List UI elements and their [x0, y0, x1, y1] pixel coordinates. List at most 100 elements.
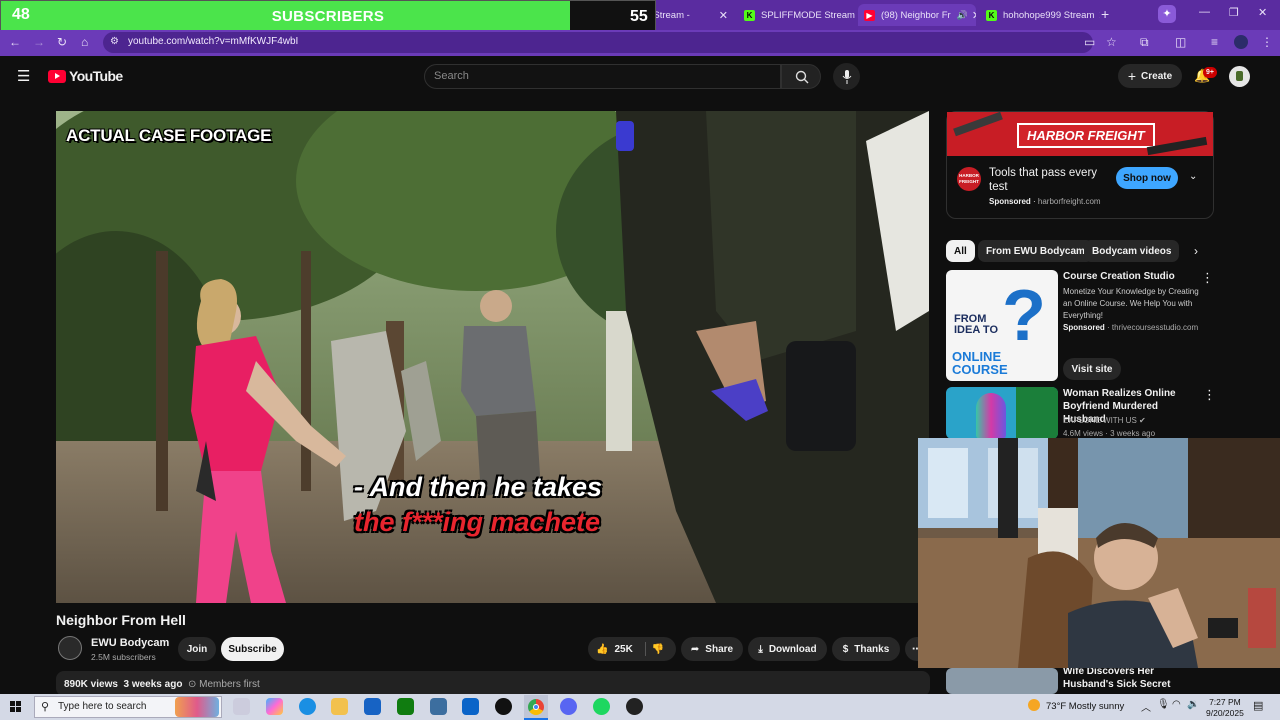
voice-search-button[interactable]: [833, 63, 860, 90]
thanks-button[interactable]: $ Thanks: [832, 637, 900, 661]
related-thumbnail[interactable]: FROM IDEA TO ONLINE COURSE ?: [946, 270, 1058, 381]
close-icon[interactable]: ✕: [1094, 9, 1100, 22]
store-icon[interactable]: [364, 698, 381, 715]
task-view-icon[interactable]: [233, 698, 250, 715]
visit-site-button[interactable]: Visit site: [1063, 358, 1121, 380]
ad-brand-logo[interactable]: HARBOR FREIGHT: [957, 167, 981, 191]
windows-start-icon[interactable]: [10, 701, 22, 713]
volume-icon[interactable]: 🔉: [1187, 699, 1199, 710]
sun-weather-icon[interactable]: [1028, 699, 1040, 711]
more-options-icon[interactable]: ⋮: [1201, 270, 1214, 286]
extensions-icon[interactable]: ⧉: [1140, 35, 1149, 50]
channel-avatar[interactable]: [58, 636, 82, 660]
file-explorer-icon[interactable]: [331, 698, 348, 715]
video-subtitle-line-1: - And then he takes: [354, 472, 603, 502]
share-button[interactable]: ➦ Share: [681, 637, 743, 661]
thumbs-down-icon[interactable]: 👎: [652, 644, 664, 655]
ad-headline[interactable]: Tools that pass every test: [989, 166, 1099, 194]
restore-button[interactable]: ❐: [1229, 6, 1239, 19]
copilot-icon[interactable]: [266, 698, 283, 715]
search-highlight-icon[interactable]: [175, 697, 219, 717]
close-icon[interactable]: ✕: [855, 9, 856, 22]
media-icon[interactable]: ≡: [1211, 35, 1218, 49]
account-avatar[interactable]: [1229, 66, 1250, 87]
hamburger-menu-icon[interactable]: ☰: [17, 67, 30, 85]
plus-icon: +: [1127, 68, 1137, 84]
related-title[interactable]: Course Creation Studio: [1063, 270, 1203, 283]
join-button[interactable]: Join: [178, 637, 216, 661]
chrome-taskbar-active[interactable]: [524, 695, 548, 720]
discord-icon[interactable]: [560, 698, 577, 715]
channel-name[interactable]: EWU Bodycam: [91, 637, 169, 649]
ad-sponsor-line: Sponsored · harborfreight.com: [989, 197, 1101, 206]
chip-bodycam-videos[interactable]: Bodycam videos: [1084, 240, 1180, 262]
youtube-logo-text[interactable]: YouTube: [69, 68, 123, 84]
cast-icon[interactable]: ▭: [1084, 35, 1095, 49]
create-button[interactable]: + Create: [1118, 64, 1182, 88]
chip-from-channel[interactable]: From EWU Bodycam: [978, 240, 1093, 262]
shop-now-button[interactable]: Shop now: [1116, 167, 1178, 189]
back-icon[interactable]: ←: [9, 35, 21, 49]
ad-banner[interactable]: HARBOR FREIGHT: [947, 111, 1213, 156]
thumbs-up-icon[interactable]: 👍: [596, 644, 608, 655]
youtube-logo-icon[interactable]: [48, 70, 66, 83]
tab-5[interactable]: Khohohope999 Stream✕: [980, 4, 1100, 26]
subscribe-button[interactable]: Subscribe: [221, 637, 284, 661]
forward-icon[interactable]: →: [33, 35, 45, 49]
share-label: Share: [705, 643, 734, 655]
site-info-icon[interactable]: ⚙: [110, 36, 119, 47]
related-title[interactable]: Wife Discovers Her Husband's Sick Secret: [1063, 665, 1203, 691]
minimize-button[interactable]: —: [1199, 6, 1210, 18]
speaker-icon[interactable]: 🔊: [957, 10, 968, 21]
app-icon[interactable]: [430, 698, 447, 715]
tab-3[interactable]: K SPLIFFMODE Stream✕: [738, 4, 856, 26]
outlook-icon[interactable]: [462, 698, 479, 715]
notification-center-icon[interactable]: ▤: [1253, 699, 1263, 712]
menu-dots-icon[interactable]: ⋮: [1261, 35, 1273, 49]
search-button[interactable]: [781, 64, 821, 89]
profile-avatar[interactable]: [1234, 35, 1248, 49]
home-icon[interactable]: ⌂: [81, 35, 88, 49]
system-clock[interactable]: 7:27 PM 9/20/2025: [1206, 697, 1244, 719]
search-input[interactable]: [424, 64, 781, 89]
visit-site-label: Visit site: [1071, 363, 1113, 375]
chevron-up-icon[interactable]: ︿: [1141, 699, 1151, 714]
chip-label: Bodycam videos: [1092, 245, 1172, 257]
tab-4-active[interactable]: ▶(98) Neighbor Fr🔊✕: [858, 4, 976, 26]
chevron-down-icon[interactable]: ⌄: [1189, 171, 1197, 182]
edge-icon[interactable]: [299, 698, 316, 715]
download-icon: ⤓: [758, 643, 763, 655]
related-thumbnail[interactable]: [946, 668, 1058, 694]
bookmark-star-icon[interactable]: ☆: [1106, 35, 1117, 49]
chip-all[interactable]: All: [946, 240, 975, 262]
close-icon[interactable]: ✕: [715, 9, 732, 22]
weather-text[interactable]: 73°F Mostly sunny: [1046, 701, 1124, 712]
like-count[interactable]: 25K: [614, 644, 632, 655]
window-close-button[interactable]: ✕: [1258, 6, 1267, 19]
chevron-right-icon[interactable]: ›: [1194, 244, 1198, 258]
search-placeholder: Search: [434, 70, 469, 82]
related-description: Monetize Your Knowledge by Creating an O…: [1063, 287, 1199, 320]
url-text[interactable]: youtube.com/watch?v=mMfKWJF4wbI: [128, 36, 298, 47]
subscriber-count: 2.5M subscribers: [91, 652, 156, 662]
reload-icon[interactable]: ↻: [57, 35, 67, 49]
new-tab-button[interactable]: +: [1101, 6, 1109, 22]
sidepanel-icon[interactable]: ◫: [1175, 35, 1186, 49]
wifi-icon[interactable]: ◠: [1172, 699, 1181, 710]
download-label: Download: [768, 643, 817, 655]
ad-domain: harborfreight.com: [1037, 197, 1101, 206]
related-channel[interactable]: EXPLORE WITH US ✔: [1063, 416, 1146, 425]
related-domain: thrivecoursesstudio.com: [1111, 323, 1199, 332]
download-button[interactable]: ⤓ Download: [748, 637, 827, 661]
microphone-tray-icon[interactable]: 🎙: [1157, 699, 1170, 710]
obs-icon[interactable]: [626, 698, 643, 715]
related-thumbnail[interactable]: [946, 387, 1058, 439]
upload-age: 3 weeks ago: [123, 679, 183, 690]
xbox-icon[interactable]: [397, 698, 414, 715]
more-options-icon[interactable]: ⋮: [1203, 387, 1216, 403]
close-icon[interactable]: ✕: [968, 9, 976, 22]
spotify-icon[interactable]: [593, 698, 610, 715]
search-icon: [795, 70, 809, 84]
sparkle-icon[interactable]: ✦: [1158, 5, 1176, 23]
tiktok-icon[interactable]: [495, 698, 512, 715]
